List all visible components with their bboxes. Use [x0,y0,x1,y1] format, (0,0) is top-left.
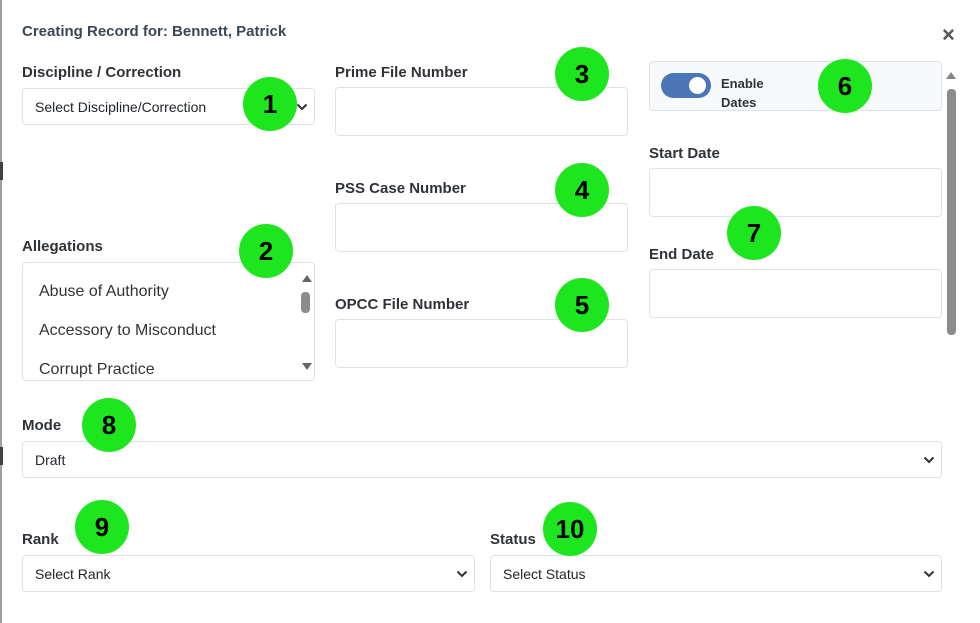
status-select-value: Select Status [503,565,586,582]
modal-title: Creating Record for: Bennett, Patrick [22,23,287,40]
annotation-badge: 4 [555,163,609,217]
prime-file-label: Prime File Number [335,64,468,81]
annotation-badge: 9 [75,500,129,554]
start-date-label: Start Date [649,145,720,162]
allegations-scrollbar[interactable] [298,263,314,380]
triangle-up-icon[interactable] [301,273,313,283]
backdrop-edge-mark [0,162,3,180]
chevron-down-icon [296,103,308,110]
annotation-badge: 7 [727,206,781,260]
opcc-file-label: OPCC File Number [335,296,470,313]
status-label: Status [490,531,536,548]
list-item[interactable]: Accessory to Misconduct [39,322,216,340]
backdrop-edge [0,0,2,623]
mode-label: Mode [22,417,62,434]
mode-select-value: Draft [35,451,66,468]
annotation-badge: 2 [239,224,293,278]
annotation-badge: 10 [543,502,597,556]
enable-dates-label[interactable]: Enable Dates [721,74,781,112]
backdrop-edge-mark [0,447,3,465]
close-icon[interactable]: × [942,24,955,46]
triangle-down-icon[interactable] [301,362,313,372]
chevron-down-icon [923,570,935,577]
pss-case-label: PSS Case Number [335,180,466,197]
allegations-label: Allegations [22,238,103,255]
modal-scroll-thumb[interactable] [947,89,956,335]
list-item[interactable]: Abuse of Authority [39,283,169,301]
status-select[interactable]: Select Status [490,555,942,592]
rank-select[interactable]: Select Rank [22,555,475,592]
enable-dates-toggle[interactable] [661,73,711,98]
end-date-input[interactable] [649,269,942,318]
annotation-badge: 6 [818,59,872,113]
allegations-listbox[interactable]: Abuse of Authority Accessory to Miscondu… [22,262,315,381]
allegations-scroll-thumb[interactable] [301,292,310,313]
chevron-down-icon [923,456,935,463]
annotation-badge: 3 [555,47,609,101]
annotation-badge: 1 [243,77,297,131]
annotation-badge: 8 [82,398,136,452]
annotation-badge: 5 [555,278,609,332]
enable-dates-card: Enable Dates [649,61,942,111]
discipline-select-value: Select Discipline/Correction [35,98,207,115]
start-date-input[interactable] [649,168,942,217]
discipline-label: Discipline / Correction [22,64,182,81]
mode-select[interactable]: Draft [22,441,942,478]
triangle-up-icon[interactable] [945,70,957,80]
chevron-down-icon [456,570,468,577]
rank-label: Rank [22,531,59,548]
end-date-label: End Date [649,246,715,263]
list-item[interactable]: Corrupt Practice [39,361,155,379]
toggle-knob [689,77,706,94]
create-record-modal: Creating Record for: Bennett, Patrick × … [0,0,980,623]
rank-select-value: Select Rank [35,565,111,582]
